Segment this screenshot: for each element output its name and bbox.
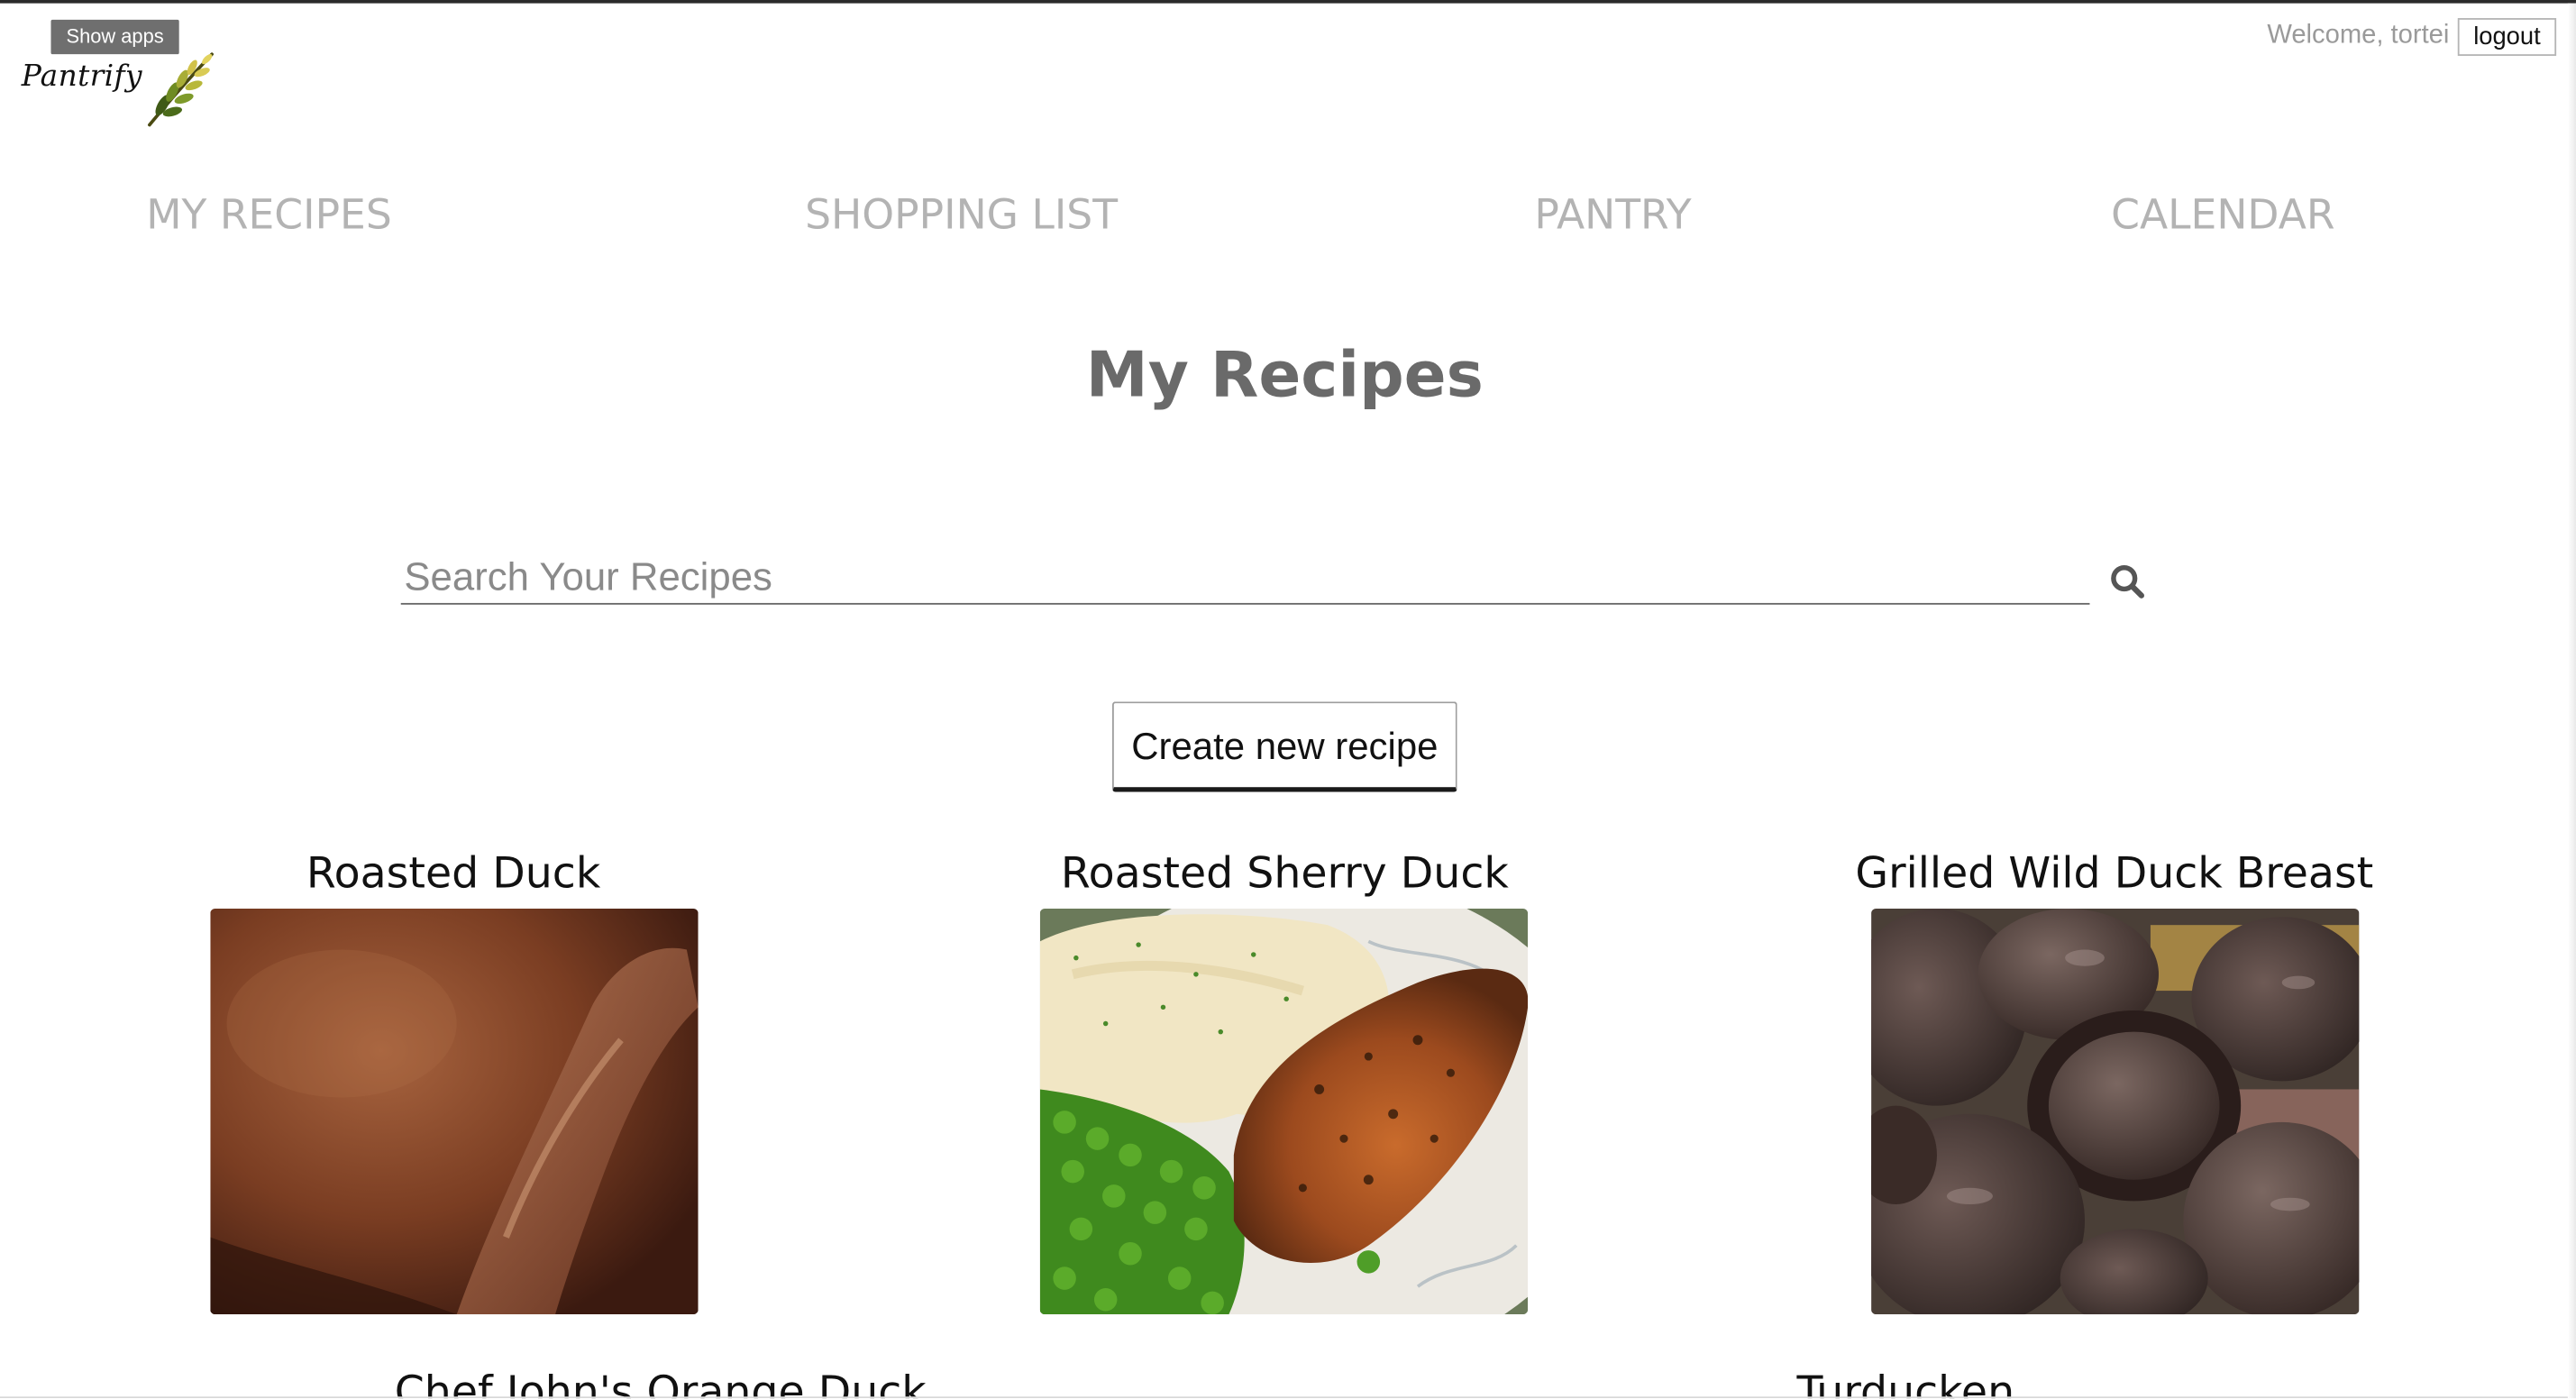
create-new-recipe-button[interactable]: Create new recipe	[1111, 701, 1457, 792]
nav-calendar[interactable]: CALENDAR	[2111, 187, 2334, 243]
search-icon[interactable]	[2109, 563, 2145, 599]
search-input[interactable]	[400, 552, 2080, 603]
recipe-title[interactable]: Turducken	[1561, 1366, 2252, 1398]
roasted-duck-photo[interactable]	[210, 908, 699, 1315]
roasted-sherry-duck-photo[interactable]	[1039, 908, 1529, 1315]
search-bar	[400, 552, 2090, 605]
page-title: My Recipes	[1085, 338, 1484, 411]
top-divider	[0, 0, 2576, 4]
grilled-wild-duck-breast-photo[interactable]	[1871, 908, 2360, 1315]
logout-button[interactable]: logout	[2457, 18, 2557, 56]
nav-pantry[interactable]: PANTRY	[1534, 187, 1691, 243]
nav-shopping-list[interactable]: SHOPPING LIST	[805, 187, 1118, 243]
app-window: Show apps Pantrify Welcome, tortei logou…	[0, 0, 2576, 1399]
recipe-title[interactable]: Roasted Sherry Duck	[940, 846, 1631, 902]
recipe-title[interactable]: Chef John's Orange Duck	[315, 1366, 1006, 1398]
pantrify-logo[interactable]: Pantrify	[22, 50, 219, 132]
scrollbar-track[interactable]	[2567, 3, 2576, 1399]
recipe-title[interactable]: Roasted Duck	[108, 846, 799, 902]
nav-my-recipes[interactable]: MY RECIPES	[146, 187, 392, 243]
wheat-icon	[148, 52, 214, 127]
viewport-bottom-edge	[0, 1396, 2576, 1399]
logo-text: Pantrify	[21, 59, 142, 94]
recipe-title[interactable]: Grilled Wild Duck Breast	[1769, 846, 2460, 902]
welcome-text: Welcome, tortei	[2267, 21, 2450, 50]
